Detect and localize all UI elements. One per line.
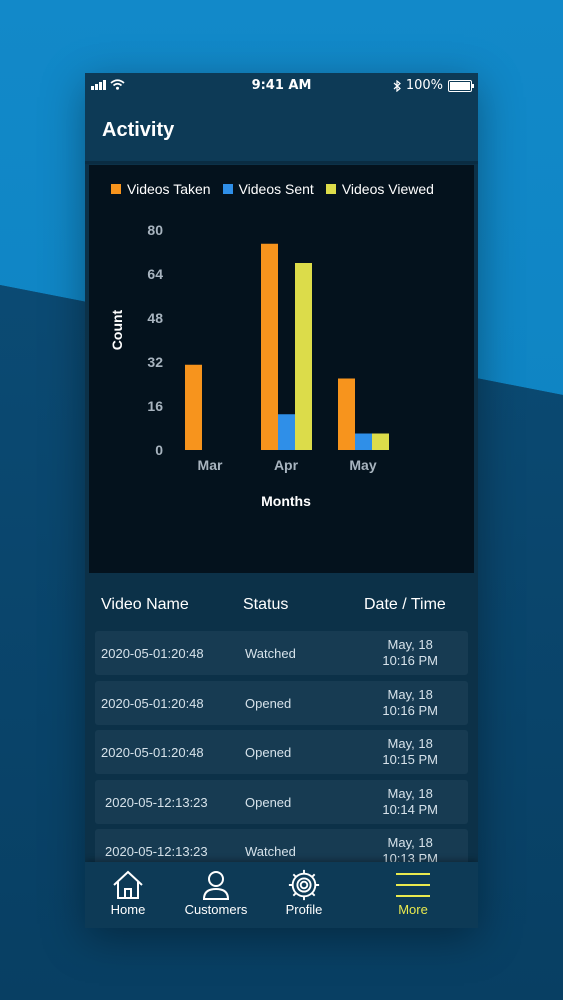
cell-video-name: 2020-05-01:20:48 <box>101 695 204 711</box>
cell-video-name: 2020-05-01:20:48 <box>101 745 204 761</box>
table-header: Video Name Status Date / Time <box>85 581 478 629</box>
phone-screen: 9:41 AM 100% Activity Videos Taken Video… <box>85 73 478 928</box>
column-header-status: Status <box>243 596 289 613</box>
y-tick-label: 80 <box>147 222 163 238</box>
cell-status: Opened <box>245 794 292 810</box>
tab-profile[interactable]: Profile <box>259 868 349 917</box>
bar-videos-viewed <box>295 263 312 450</box>
table-row[interactable]: 2020-05-01:20:48 Opened May, 18 10:15 PM <box>95 730 468 775</box>
bar-videos-viewed <box>372 433 389 450</box>
cell-status: Watched <box>245 646 296 661</box>
bar-videos-sent <box>355 433 372 450</box>
cell-time: 10:15 PM <box>382 752 438 768</box>
tab-label-profile: Profile <box>285 902 323 917</box>
cell-video-name: 2020-05-01:20:48 <box>101 646 204 661</box>
table-row[interactable]: 2020-05-01:20:48 Watched May, 18 10:16 PM <box>95 631 468 675</box>
page-title: Activity <box>102 119 175 141</box>
column-header-datetime: Date / Time <box>364 596 446 613</box>
activity-list: 2020-05-01:20:48 Watched May, 18 10:16 PM… <box>95 631 468 879</box>
bar-videos-taken <box>338 378 355 450</box>
cell-video-name: 2020-05-12:13:23 <box>105 844 208 860</box>
cell-time: 10:14 PM <box>382 801 438 817</box>
x-axis-label: Months <box>261 493 311 509</box>
bar-videos-taken <box>185 364 202 450</box>
y-tick-label: 64 <box>147 266 163 282</box>
menu-icon <box>396 873 430 897</box>
cell-time: 10:16 PM <box>382 702 438 718</box>
cell-video-name: 2020-05-12:13:23 <box>105 794 208 810</box>
status-right: 100% <box>393 78 474 93</box>
y-axis-label: Count <box>109 309 125 350</box>
bluetooth-icon <box>393 79 401 92</box>
user-icon <box>202 871 230 900</box>
cell-date: May, 18 <box>387 835 433 851</box>
tab-label-more: More <box>398 902 428 917</box>
x-tick-label: Apr <box>274 457 299 473</box>
activity-chart: Videos Taken Videos Sent Videos Viewed 0… <box>89 165 474 573</box>
battery-icon <box>448 79 474 92</box>
tab-bar: Home Customers Profile More <box>85 862 478 928</box>
y-tick-label: 32 <box>147 354 163 370</box>
gear-icon <box>288 869 320 901</box>
bar-videos-taken <box>261 243 278 450</box>
tab-label-home: Home <box>110 902 146 917</box>
y-tick-label: 48 <box>147 310 163 326</box>
cell-status: Opened <box>245 745 292 761</box>
chart-plot: 0 16 32 48 64 80 Count Mar Apr May Months <box>109 222 389 509</box>
cell-datetime: May, 18 10:15 PM <box>382 736 438 768</box>
cell-datetime: May, 18 10:16 PM <box>382 637 438 669</box>
tab-label-customers: Customers <box>184 902 248 917</box>
tab-more[interactable]: More <box>368 868 458 917</box>
page-header: Activity <box>85 99 478 164</box>
battery-percent: 100% <box>405 78 443 93</box>
cell-datetime: May, 18 10:14 PM <box>382 786 438 818</box>
cell-datetime: May, 18 10:16 PM <box>382 687 438 719</box>
bar-videos-sent <box>278 414 295 450</box>
cell-date: May, 18 <box>387 736 433 752</box>
y-tick-label: 0 <box>155 442 163 458</box>
column-header-name: Video Name <box>101 596 189 613</box>
y-tick-label: 16 <box>147 398 163 414</box>
tab-home[interactable]: Home <box>85 868 173 917</box>
table-row[interactable]: 2020-05-12:13:23 Opened May, 18 10:14 PM <box>95 779 468 824</box>
table-row[interactable]: 2020-05-01:20:48 Opened May, 18 10:16 PM <box>95 680 468 725</box>
cell-date: May, 18 <box>387 637 433 652</box>
home-icon <box>113 870 143 899</box>
cell-date: May, 18 <box>387 785 433 801</box>
cell-date: May, 18 <box>387 686 433 702</box>
cell-status: Watched <box>245 844 296 860</box>
cell-time: 10:16 PM <box>382 653 438 668</box>
cell-status: Opened <box>245 695 292 711</box>
x-tick-label: Mar <box>198 457 223 473</box>
tab-customers[interactable]: Customers <box>171 868 261 917</box>
x-tick-label: May <box>349 457 376 473</box>
status-bar: 9:41 AM 100% <box>85 73 478 99</box>
